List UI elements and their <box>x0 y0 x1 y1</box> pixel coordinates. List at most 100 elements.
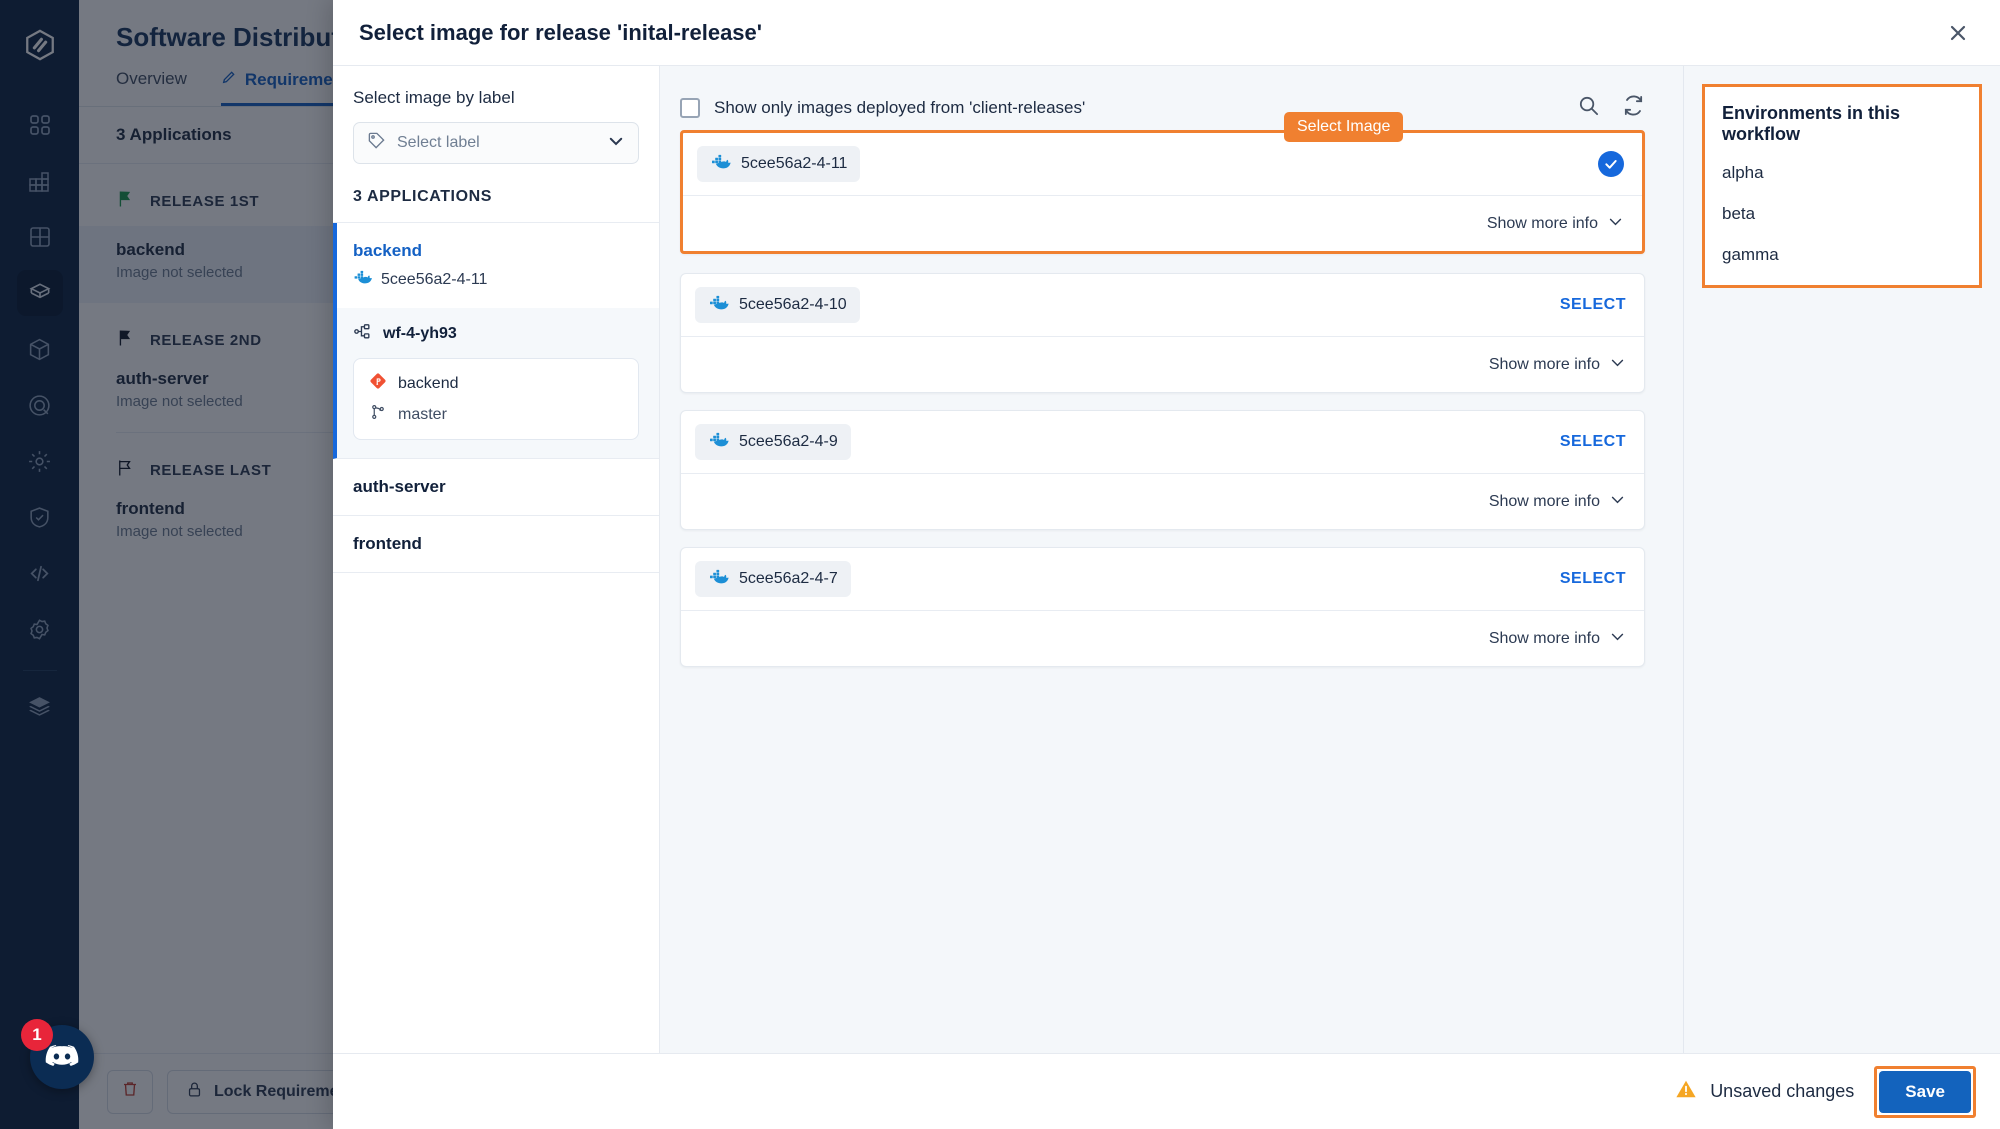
target-icon[interactable] <box>17 382 63 428</box>
chevron-down-icon <box>1607 213 1624 235</box>
environment-item: beta <box>1722 204 1756 223</box>
code-icon[interactable] <box>17 550 63 596</box>
image-card[interactable]: 5cee56a2-4-10 SELECT Show more info <box>680 273 1645 393</box>
image-card[interactable]: 5cee56a2-4-9 SELECT Show more info <box>680 410 1645 530</box>
warning-triangle-icon <box>1675 1078 1697 1105</box>
modal-title: Select image for release 'inital-release… <box>359 19 763 45</box>
logo-icon[interactable] <box>17 22 63 68</box>
image-card-top: 5cee56a2-4-7 SELECT <box>681 548 1644 610</box>
shield-check-icon[interactable] <box>17 494 63 540</box>
modal-center-panel: Show only images deployed from 'client-r… <box>660 66 1683 1053</box>
label-select-dropdown[interactable]: Select label <box>353 122 639 164</box>
applications-heading: 3 APPLICATIONS <box>333 164 659 223</box>
image-card-selected[interactable]: 5cee56a2-4-11 Show more info <box>680 130 1645 254</box>
environment-item: gamma <box>1722 245 1779 264</box>
environments-box: Environments in this workflow alpha beta… <box>1702 84 1982 288</box>
image-card-top: 5cee56a2-4-11 <box>683 133 1642 195</box>
modal-left-panel: Select image by label Select label 3 APP… <box>333 66 660 1053</box>
select-image-modal: Select image for release 'inital-release… <box>333 0 2000 1129</box>
settings-gear-icon[interactable] <box>17 606 63 652</box>
image-tag: 5cee56a2-4-11 <box>697 146 861 182</box>
image-tag-text: 5cee56a2-4-11 <box>741 155 848 172</box>
selected-check-icon[interactable] <box>1598 151 1624 177</box>
save-button[interactable]: Save <box>1879 1070 1971 1113</box>
apps-grid-icon[interactable] <box>17 102 63 148</box>
chevron-down-icon <box>607 132 625 155</box>
sidebar-app-image: 5cee56a2-4-11 <box>353 269 639 290</box>
sidebar-app-frontend[interactable]: frontend <box>333 516 659 573</box>
delete-button[interactable] <box>107 1069 153 1114</box>
lock-icon <box>186 1081 203 1103</box>
release-group-label: RELEASE 1ST <box>150 192 260 210</box>
select-image-button[interactable]: SELECT <box>1560 570 1626 588</box>
application-count: 3 Applications <box>116 125 232 144</box>
docker-icon <box>710 153 731 175</box>
workflow-block: wf-4-yh93 backend master <box>333 308 659 459</box>
tab-overview[interactable]: Overview <box>116 69 187 106</box>
modal-right-panel: Environments in this workflow alpha beta… <box>1683 66 2000 1053</box>
workflow-header[interactable]: wf-4-yh93 <box>353 322 639 346</box>
dashboard-grid-icon[interactable] <box>17 214 63 260</box>
select-image-button[interactable]: SELECT <box>1560 296 1626 314</box>
workflow-nodes-icon <box>353 322 372 346</box>
pencil-icon <box>221 69 237 90</box>
discord-unread-badge: 1 <box>21 1019 53 1051</box>
modal-body: Select image by label Select label 3 APP… <box>333 66 2000 1053</box>
show-more-info-row[interactable]: Show more info <box>683 195 1642 251</box>
workflow-name: wf-4-yh93 <box>383 325 457 342</box>
deployed-filter-label: Show only images deployed from 'client-r… <box>714 98 1086 117</box>
sidebar-app-name: frontend <box>353 534 422 553</box>
sidebar-app-name: auth-server <box>353 477 446 496</box>
cube-icon[interactable] <box>17 326 63 372</box>
image-card[interactable]: 5cee56a2-4-7 SELECT Show more info <box>680 547 1645 667</box>
environment-item: alpha <box>1722 163 1764 182</box>
show-more-info-row[interactable]: Show more info <box>681 610 1644 666</box>
workflow-branch-line: master <box>369 403 623 426</box>
docker-icon <box>353 269 372 290</box>
package-layers-icon[interactable] <box>16 270 63 316</box>
chevron-down-icon <box>1609 628 1626 650</box>
image-tag: 5cee56a2-4-10 <box>695 287 860 323</box>
docker-icon <box>708 294 729 316</box>
workflow-branch-name: master <box>398 405 447 423</box>
show-more-info-row[interactable]: Show more info <box>681 336 1644 392</box>
nav-rail: 1 <box>0 0 94 1129</box>
show-more-info-row[interactable]: Show more info <box>681 473 1644 529</box>
modal-footer: Unsaved changes Save <box>333 1053 2000 1129</box>
flag-icon <box>116 329 134 351</box>
image-card-top: 5cee56a2-4-10 SELECT <box>681 274 1644 336</box>
workflow-repo-line: backend <box>369 372 623 395</box>
stack-icon[interactable] <box>17 683 63 729</box>
show-more-info-label: Show more info <box>1488 355 1600 373</box>
image-tag-text: 5cee56a2-4-7 <box>739 570 838 587</box>
nav-divider <box>22 670 57 671</box>
modal-header: Select image for release 'inital-release… <box>333 0 2000 66</box>
chevron-down-icon <box>1609 354 1626 376</box>
filter-bar: Show only images deployed from 'client-r… <box>680 86 1645 142</box>
release-group-label: RELEASE LAST <box>150 461 272 479</box>
select-image-tooltip: Select Image <box>1284 112 1404 142</box>
label-select-value: Select label <box>397 134 480 151</box>
unsaved-changes-status: Unsaved changes <box>1675 1078 1854 1105</box>
image-tag: 5cee56a2-4-9 <box>695 424 851 460</box>
show-more-info-label: Show more info <box>1486 214 1598 232</box>
sidebar-app-auth-server[interactable]: auth-server <box>333 459 659 516</box>
discord-launcher-button[interactable]: 1 <box>21 1019 94 1089</box>
workflow-repo-card: backend master <box>353 358 639 440</box>
flag-icon <box>116 459 134 481</box>
blocks-icon[interactable] <box>17 158 63 204</box>
workflow-repo-name: backend <box>398 374 459 392</box>
sidebar-app-backend[interactable]: backend 5cee56a2-4-11 <box>333 223 659 308</box>
tag-icon <box>367 131 386 155</box>
trash-icon <box>121 1080 139 1103</box>
sidebar-app-name: backend <box>353 241 422 260</box>
select-image-button[interactable]: SELECT <box>1560 433 1626 451</box>
sidebar-app-image-tag: 5cee56a2-4-11 <box>381 270 488 288</box>
search-icon[interactable] <box>1577 94 1600 122</box>
close-icon[interactable] <box>1946 21 1970 45</box>
refresh-icon[interactable] <box>1622 94 1645 122</box>
gear-sun-icon[interactable] <box>17 438 63 484</box>
image-tag: 5cee56a2-4-7 <box>695 561 851 597</box>
image-tag-text: 5cee56a2-4-9 <box>739 433 838 450</box>
deployed-filter-checkbox[interactable] <box>680 98 700 118</box>
